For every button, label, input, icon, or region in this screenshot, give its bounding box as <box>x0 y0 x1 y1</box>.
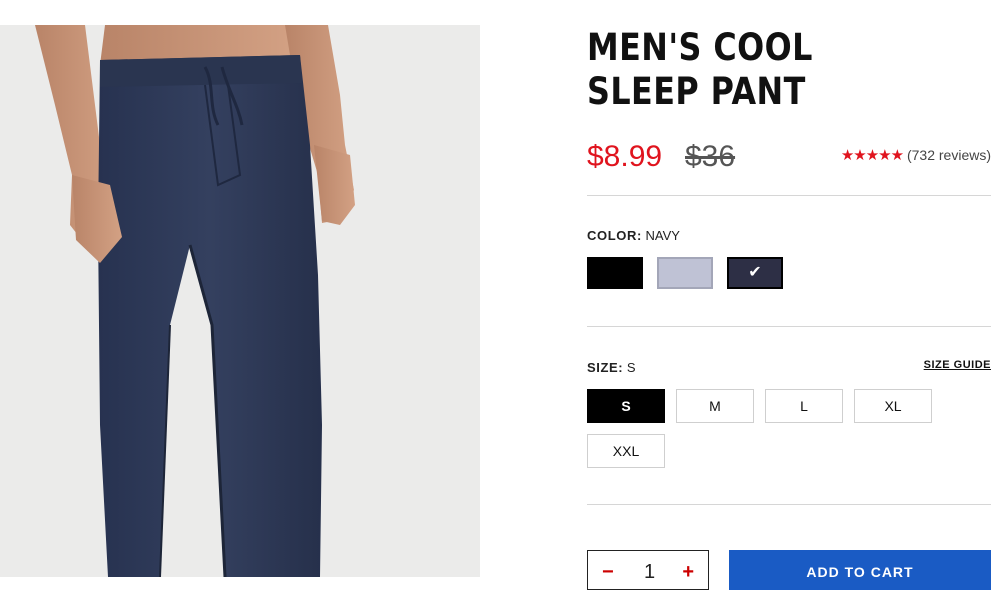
plus-icon[interactable]: + <box>682 561 694 584</box>
size-option-xl[interactable]: XL <box>854 389 932 423</box>
color-label-text: COLOR: <box>587 228 642 243</box>
checkmark-icon: ✔ <box>748 264 762 281</box>
minus-icon[interactable]: − <box>602 561 614 584</box>
quantity-value[interactable]: 1 <box>644 561 655 584</box>
swatch-navy[interactable]: ✔ <box>727 257 783 289</box>
original-price: $36 <box>685 140 736 173</box>
size-label: SIZE: S <box>587 360 636 375</box>
model-pants-illustration <box>35 25 355 577</box>
size-option-l[interactable]: L <box>765 389 843 423</box>
color-label: COLOR: NAVY <box>587 228 680 243</box>
size-label-text: SIZE: <box>587 360 624 375</box>
size-option-s[interactable]: S <box>587 389 665 423</box>
swatch-black[interactable] <box>587 257 643 289</box>
color-selected-value: NAVY <box>645 228 680 243</box>
size-selected-value: S <box>626 360 636 375</box>
size-option-m[interactable]: M <box>676 389 754 423</box>
sale-price: $8.99 <box>587 140 663 173</box>
swatch-light-grey[interactable] <box>657 257 713 289</box>
rating[interactable]: ★★★★★ (732 reviews) <box>841 146 991 164</box>
star-rating-icons: ★★★★★ <box>840 147 904 164</box>
price-row: $8.99 $36 ★★★★★ (732 reviews) <box>587 140 991 180</box>
divider <box>587 504 991 505</box>
size-option-xxl[interactable]: XXL <box>587 434 665 468</box>
review-count[interactable]: (732 reviews) <box>907 147 991 163</box>
quantity-stepper[interactable]: − 1 + <box>587 550 709 590</box>
product-title: MEN'S COOL SLEEP PANT <box>587 26 813 113</box>
divider <box>587 195 991 196</box>
add-to-cart-button[interactable]: ADD TO CART <box>729 550 991 590</box>
size-guide-link[interactable]: SIZE GUIDE <box>924 359 991 371</box>
divider <box>587 326 991 327</box>
product-image <box>0 25 480 577</box>
